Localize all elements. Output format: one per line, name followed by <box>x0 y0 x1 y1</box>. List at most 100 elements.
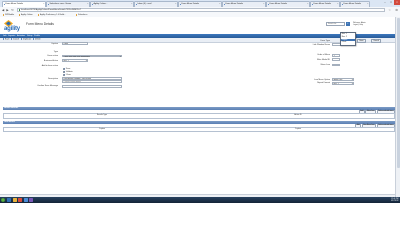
icon-menu-select[interactable]: Menu Path <box>332 78 354 81</box>
toolbar-label: Duplicate <box>22 38 32 41</box>
sub-menus-table: Caption Caption <box>3 127 396 133</box>
wrench-icon[interactable]: ⚙ <box>395 8 398 12</box>
tab-label: Form Menu Details <box>225 3 244 5</box>
forward-icon[interactable]: ▶ <box>6 8 10 12</box>
report-format-label: Report Format <box>317 82 330 85</box>
toolbar-label: Cancel <box>12 38 20 41</box>
favicon-icon <box>179 3 181 6</box>
favicon-icon <box>47 3 49 6</box>
back-icon[interactable]: ◀ <box>1 8 5 12</box>
form-type-label: Form Type <box>320 40 330 43</box>
window-controls: – □ × <box>382 0 400 5</box>
page-icon <box>18 9 21 12</box>
description-input-2[interactable]: Custom action details <box>62 80 122 83</box>
search-input[interactable]: Search for <box>326 22 345 27</box>
form-action-label: Form action <box>47 55 58 58</box>
caption-input[interactable]: Open <box>62 42 88 45</box>
url-text: localhost:8070/AgilityOnline/FormMenuDet… <box>21 8 81 11</box>
ie-icon[interactable] <box>7 198 11 202</box>
column-header[interactable]: Caption <box>200 128 396 130</box>
form-type-dropdown[interactable]: Bus. 1 Bus. 2 Report Other <box>340 31 356 46</box>
bookmark-label: WPMobile <box>5 13 15 16</box>
start-icon[interactable] <box>1 198 5 202</box>
bookmark-label: Agility Online <box>21 13 33 16</box>
section-title: Sub Menus <box>4 121 15 123</box>
bookmark-star-icon[interactable]: ☆ <box>388 8 391 12</box>
favicon-icon <box>135 3 137 6</box>
clock-date: 9/17/2012 <box>390 200 399 202</box>
close-window-icon[interactable]: × <box>394 0 400 5</box>
save-button[interactable]: Save <box>357 38 366 44</box>
validate-checkbox[interactable]: ✓ <box>63 71 66 73</box>
vertical-scrollbar[interactable] <box>395 17 400 198</box>
action-results-table: Results Type Action ID <box>3 113 396 120</box>
url-input[interactable]: localhost:8070/AgilityOnline/FormMenuDet… <box>17 7 385 12</box>
bookmark-label: Salesforce <box>78 13 88 16</box>
menu-icon-input[interactable] <box>332 63 340 67</box>
favicon-icon <box>267 3 269 6</box>
favicon-icon <box>3 3 5 6</box>
tab-label: Form Menu Details <box>313 3 332 5</box>
save-checkbox[interactable]: ✓ <box>63 67 66 70</box>
link-window-label: Link Window Name <box>312 43 330 46</box>
favicon-icon <box>91 3 93 6</box>
user-info: Welcome: Admin Logout | Help <box>353 22 366 26</box>
reload-icon[interactable]: ↻ <box>11 8 15 12</box>
section-title: Action Results <box>4 107 19 109</box>
sub-menus-header: Sub Menus <box>3 121 395 124</box>
add-to-action-label: Add to form action <box>41 64 58 67</box>
tab-label: Form Menu Details <box>343 3 362 5</box>
bookmark-label: Agility Proficiency 1.0 Build... <box>40 13 66 16</box>
tab-label: Form Menu Details <box>5 3 24 5</box>
business-action-select[interactable]: Bus. 1 <box>62 59 88 62</box>
search-icon[interactable]: ⌕ <box>346 22 350 27</box>
save-checkbox-label: Save <box>66 67 71 70</box>
tab-label: Form Menu Details <box>181 3 200 5</box>
action-results-header: Action Results <box>3 107 395 110</box>
close-checkbox[interactable]: ✓ <box>63 74 66 77</box>
menu-icon-label: Menu Icon <box>320 64 330 66</box>
column-header[interactable]: Action ID <box>200 114 396 116</box>
caption-label: Caption <box>51 42 58 45</box>
app-icon[interactable] <box>29 198 33 202</box>
tab-label: Inbox (4) - mail <box>137 3 152 5</box>
order-label: Order of Menu <box>317 54 330 57</box>
description-label: Description <box>47 77 58 80</box>
column-header[interactable]: Caption <box>4 128 200 130</box>
type-label: Type <box>53 51 58 53</box>
clock[interactable]: 12:44 PM 9/17/2012 <box>391 198 399 202</box>
toolbar-duplicate-button[interactable]: Duplicate <box>21 38 31 42</box>
filter-input[interactable] <box>332 58 340 61</box>
logo-text: agility <box>4 26 20 33</box>
business-action-label: Business Action <box>43 59 58 62</box>
filter-label: Filter Model ID <box>316 58 330 61</box>
form-action-select[interactable]: Open other form with parameters <box>62 54 122 58</box>
tab-label: Agility Online... <box>93 3 108 5</box>
tab-label: Form Menu Details <box>269 3 288 5</box>
close-checkbox-label: Close <box>66 74 71 77</box>
cancel-button[interactable]: Cancel <box>371 38 382 44</box>
toolbar-label: Save <box>4 38 10 41</box>
chrome-icon[interactable] <box>18 198 22 202</box>
report-format-select[interactable]: Bus. 1 <box>332 82 354 85</box>
confirm-save-input[interactable] <box>62 85 122 88</box>
icon-menu-label: Icon Menu Option <box>314 78 330 81</box>
toolbar-label: Delete <box>34 38 41 41</box>
toolbar-save-button[interactable]: Save <box>3 38 9 42</box>
tab-label: Salesforce.com - Home <box>49 3 72 5</box>
confirm-save-label: Confirm Save Message <box>37 85 58 88</box>
favicon-icon <box>223 3 225 6</box>
user-links[interactable]: Logout | Help <box>353 24 366 26</box>
page-title: Form Menu Details <box>26 22 54 27</box>
app-icon[interactable] <box>23 198 28 202</box>
validate-checkbox-label: Validate <box>66 71 73 74</box>
order-input[interactable]: 1 <box>332 54 340 57</box>
dropdown-option[interactable]: Other <box>341 41 355 43</box>
favicon-icon <box>341 3 343 6</box>
favicon-icon <box>311 3 313 6</box>
taskbar: 12:44 PM 9/17/2012 <box>0 197 400 203</box>
toolbar-cancel-button[interactable]: Cancel <box>11 38 19 42</box>
toolbar-delete-button[interactable]: Delete <box>33 38 41 42</box>
column-header[interactable]: Results Type <box>4 114 200 116</box>
folder-icon[interactable] <box>12 198 17 202</box>
